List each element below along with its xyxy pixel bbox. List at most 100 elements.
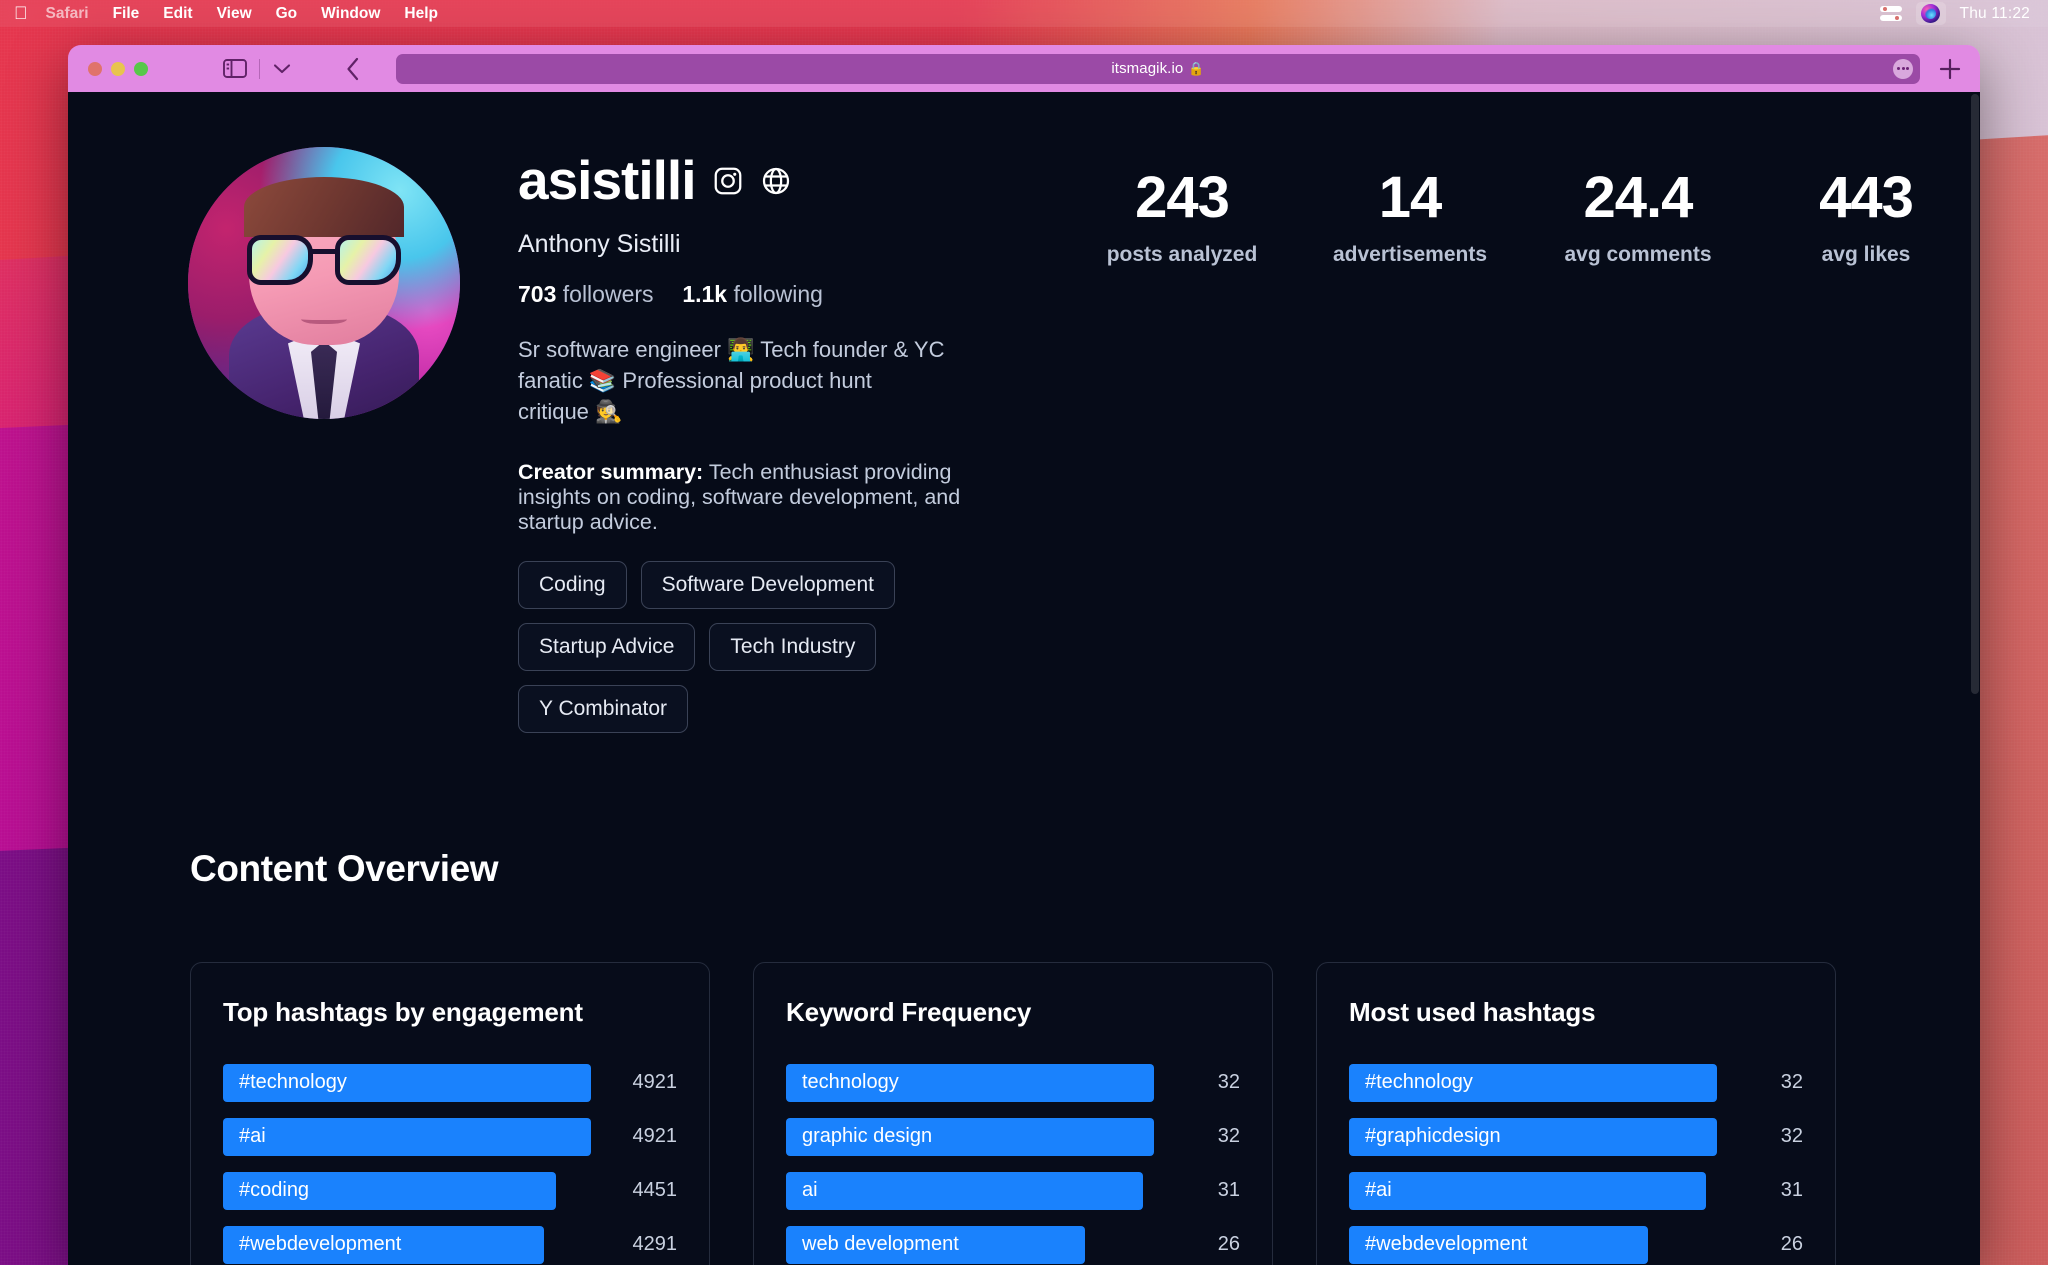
bar-chart-row: #coding4451 <box>223 1164 677 1218</box>
bar-label: #graphicdesign <box>1349 1118 1717 1156</box>
follow-counts: 703 followers 1.1k following <box>518 281 1008 308</box>
bar-chart-row: technology32 <box>786 1056 1240 1110</box>
bar-chart-keyword-frequency: technology32graphic design32ai31web deve… <box>786 1056 1240 1265</box>
card-title: Top hashtags by engagement <box>223 997 677 1028</box>
profile-header: asistilli <box>68 92 1980 733</box>
menu-bar-clock[interactable]: Thu 11:22 <box>1960 5 2030 23</box>
card-title: Most used hashtags <box>1349 997 1803 1028</box>
close-window-button[interactable] <box>88 62 102 76</box>
bar-label: graphic design <box>786 1118 1154 1156</box>
bar-track: #technology <box>1349 1064 1717 1102</box>
bar-value: 4451 <box>591 1179 677 1202</box>
menu-item-help[interactable]: Help <box>392 5 450 23</box>
bar-value: 31 <box>1717 1179 1803 1202</box>
bar-track: #technology <box>223 1064 591 1102</box>
bar-label: #ai <box>1349 1172 1706 1210</box>
bar-label: #webdevelopment <box>223 1226 544 1264</box>
bar-chart-row: graphic design32 <box>786 1110 1240 1164</box>
topic-tag-tech-industry[interactable]: Tech Industry <box>709 623 876 671</box>
browser-toolbar: itsmagik.io 🔒 <box>68 45 1980 92</box>
bar-value: 4921 <box>591 1071 677 1094</box>
bar-label: #webdevelopment <box>1349 1226 1648 1264</box>
bar-value: 32 <box>1154 1125 1240 1148</box>
following-label: following <box>733 281 823 307</box>
stat-advertisements: 14 advertisements <box>1296 169 1524 733</box>
profile-stats: 243 posts analyzed 14 advertisements 24.… <box>1068 147 1980 733</box>
back-arrow-icon[interactable] <box>346 54 360 84</box>
address-bar[interactable]: itsmagik.io 🔒 <box>396 54 1920 84</box>
bar-chart-top-hashtags: #technology4921#ai4921#coding4451#webdev… <box>223 1056 677 1265</box>
card-most-used-hashtags: Most used hashtags #technology32#graphic… <box>1316 962 1836 1265</box>
bar-value: 31 <box>1154 1179 1240 1202</box>
sidebar-toggle-icon[interactable] <box>223 54 247 84</box>
menu-item-edit[interactable]: Edit <box>151 5 204 23</box>
page-menu-icon[interactable] <box>1893 59 1913 79</box>
menu-item-go[interactable]: Go <box>264 5 310 23</box>
bar-label: #technology <box>223 1064 591 1102</box>
chevron-down-icon[interactable] <box>272 54 292 84</box>
creator-summary: Creator summary: Tech enthusiast providi… <box>518 460 1008 535</box>
username-row: asistilli <box>518 153 1008 208</box>
bar-chart-row: #ai4921 <box>223 1110 677 1164</box>
following-count: 1.1k <box>682 281 727 307</box>
bar-chart-row: #graphicdesign32 <box>1349 1110 1803 1164</box>
topic-tag-y-combinator[interactable]: Y Combinator <box>518 685 688 733</box>
menu-item-view[interactable]: View <box>205 5 264 23</box>
macos-menu-bar:  Safari File Edit View Go Window Help T… <box>0 0 2048 27</box>
window-controls <box>88 62 148 76</box>
bar-track: #ai <box>1349 1172 1717 1210</box>
topic-tag-startup-advice[interactable]: Startup Advice <box>518 623 695 671</box>
lock-icon: 🔒 <box>1188 61 1204 77</box>
bar-chart-most-used-hashtags: #technology32#graphicdesign32 #ai 31 #webde… <box>1349 1056 1803 1265</box>
stat-value: 14 <box>1296 169 1524 227</box>
address-bar-container: itsmagik.io 🔒 <box>360 54 1920 84</box>
bar-track: #coding <box>223 1172 591 1210</box>
stat-label: advertisements <box>1296 243 1524 267</box>
siri-icon[interactable] <box>1916 2 1946 25</box>
menu-item-window[interactable]: Window <box>309 5 392 23</box>
topic-tag-software-development[interactable]: Software Development <box>641 561 895 609</box>
menu-item-file[interactable]: File <box>101 5 152 23</box>
bar-chart-row: #webdevelopment 26 <box>1349 1218 1803 1265</box>
address-bar-url: itsmagik.io <box>1111 60 1183 77</box>
toolbar-divider <box>259 59 260 79</box>
stat-avg-comments: 24.4 avg comments <box>1524 169 1752 733</box>
control-center-icon[interactable] <box>1880 6 1902 21</box>
bar-label: web development <box>786 1226 1085 1264</box>
apple-logo-icon[interactable]:  <box>14 4 28 22</box>
content-overview-cards: Top hashtags by engagement #technology49… <box>68 890 1980 1265</box>
menu-bar-status-area: Thu 11:22 <box>1880 2 2034 25</box>
bar-track: graphic design <box>786 1118 1154 1156</box>
card-top-hashtags-by-engagement: Top hashtags by engagement #technology49… <box>190 962 710 1265</box>
card-title: Keyword Frequency <box>786 997 1240 1028</box>
bar-label: ai <box>786 1172 1143 1210</box>
stat-value: 443 <box>1752 169 1980 227</box>
globe-icon[interactable] <box>761 166 791 196</box>
stat-label: avg comments <box>1524 243 1752 267</box>
bar-value: 26 <box>1717 1233 1803 1256</box>
bar-value: 4291 <box>591 1233 677 1256</box>
plus-icon[interactable] <box>1938 54 1962 84</box>
followers-label: followers <box>563 281 654 307</box>
topic-tag-coding[interactable]: Coding <box>518 561 627 609</box>
bar-track: #webdevelopment <box>223 1226 591 1264</box>
bar-label: #ai <box>223 1118 591 1156</box>
menu-item-safari[interactable]: Safari <box>46 5 101 23</box>
page-scrollbar[interactable] <box>1971 94 1979 694</box>
bar-chart-row: #technology32 <box>1349 1056 1803 1110</box>
profile-avatar[interactable] <box>188 147 460 419</box>
bar-value: 4921 <box>591 1125 677 1148</box>
minimize-window-button[interactable] <box>111 62 125 76</box>
maximize-window-button[interactable] <box>134 62 148 76</box>
bar-track: #ai <box>223 1118 591 1156</box>
page-title: asistilli <box>518 153 695 208</box>
bar-track: technology <box>786 1064 1154 1102</box>
card-keyword-frequency: Keyword Frequency technology32graphic de… <box>753 962 1273 1265</box>
stat-value: 243 <box>1068 169 1296 227</box>
stat-value: 24.4 <box>1524 169 1752 227</box>
bar-track: #graphicdesign <box>1349 1118 1717 1156</box>
instagram-icon[interactable] <box>713 166 743 196</box>
followers-count: 703 <box>518 281 556 307</box>
web-page-content: asistilli <box>68 92 1980 1265</box>
bar-chart-row: ai 31 <box>786 1164 1240 1218</box>
